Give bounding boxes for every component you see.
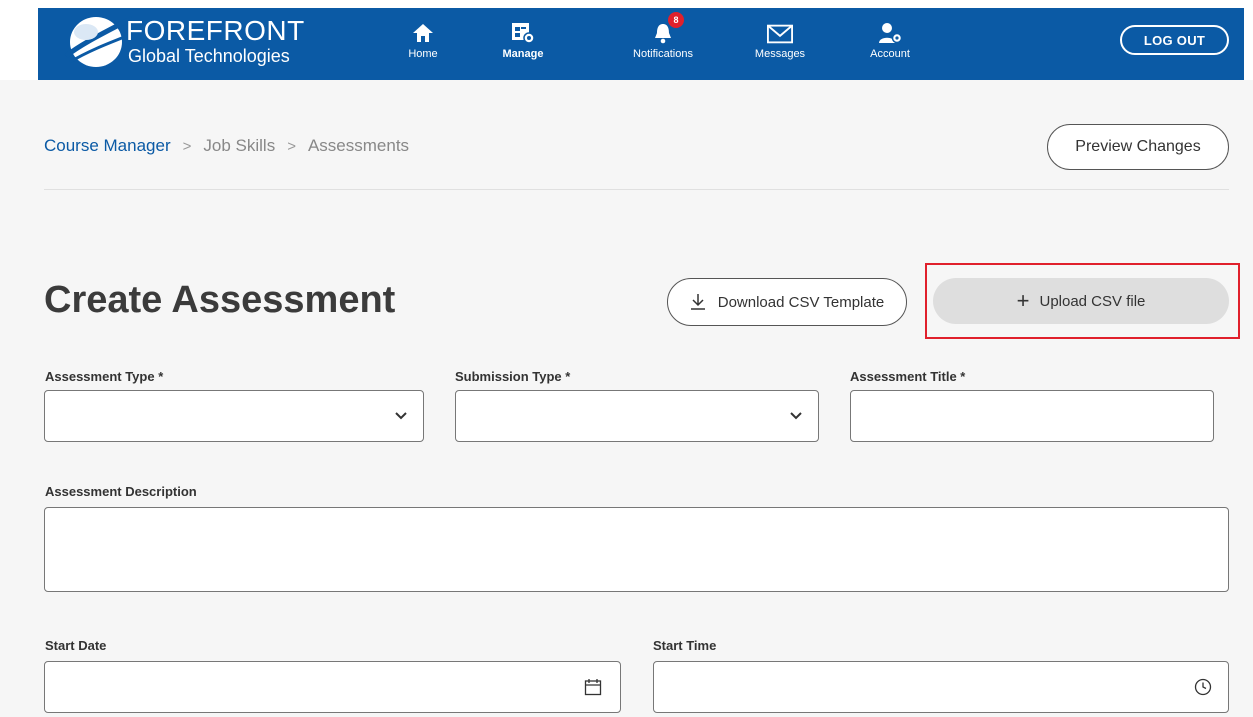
- manage-icon: [510, 18, 536, 44]
- upload-csv-file-button[interactable]: + Upload CSV file: [933, 278, 1229, 324]
- top-bar: FOREFRONT Global Technologies Home Manag…: [0, 0, 1253, 80]
- breadcrumb: Course Manager > Job Skills > Assessment…: [44, 136, 409, 156]
- assessment-title-input[interactable]: [850, 390, 1214, 442]
- assessment-title-label: Assessment Title *: [850, 369, 966, 384]
- assessment-type-label: Assessment Type *: [45, 369, 164, 384]
- preview-changes-button[interactable]: Preview Changes: [1047, 124, 1229, 170]
- home-icon: [410, 18, 436, 44]
- envelope-icon: [767, 18, 793, 44]
- assessment-description-textarea[interactable]: [44, 507, 1229, 592]
- brand-logo[interactable]: FOREFRONT Global Technologies: [62, 12, 322, 70]
- nav-manage[interactable]: Manage: [498, 18, 548, 70]
- assessment-type-select[interactable]: [44, 390, 424, 442]
- plus-icon: +: [1016, 288, 1030, 313]
- notification-badge: 8: [668, 12, 684, 28]
- account-icon: [877, 18, 903, 44]
- nav-bar: FOREFRONT Global Technologies Home Manag…: [38, 8, 1244, 80]
- chevron-down-icon: [790, 412, 802, 420]
- breadcrumb-course-manager[interactable]: Course Manager: [44, 136, 171, 156]
- nav-account[interactable]: Account: [863, 18, 917, 70]
- brand-subtitle: Global Technologies: [128, 46, 290, 66]
- submission-type-label: Submission Type *: [455, 369, 571, 384]
- header-divider: [44, 189, 1229, 190]
- chevron-down-icon: [395, 412, 407, 420]
- submission-type-select[interactable]: [455, 390, 819, 442]
- start-time-label: Start Time: [653, 638, 717, 653]
- download-csv-template-button[interactable]: Download CSV Template: [667, 278, 907, 326]
- breadcrumb-job-skills: Job Skills: [203, 136, 276, 155]
- nav-messages[interactable]: Messages: [750, 18, 810, 70]
- breadcrumb-assessments: Assessments: [307, 136, 410, 155]
- download-csv-template-label: Download CSV Template: [717, 293, 885, 311]
- breadcrumb-separator: >: [182, 137, 192, 155]
- breadcrumb-separator: >: [287, 137, 296, 155]
- start-date-input[interactable]: [44, 661, 621, 713]
- nav-notifications[interactable]: 8 Notifications: [623, 12, 703, 70]
- nav-messages-label: Messages: [754, 48, 806, 60]
- brand-name: FOREFRONT: [126, 15, 305, 46]
- clock-icon[interactable]: [1194, 678, 1212, 696]
- start-time-input[interactable]: [653, 661, 1229, 713]
- page-title: Create Assessment: [44, 279, 396, 321]
- start-date-label: Start Date: [45, 638, 107, 653]
- nav-notifications-label: Notifications: [633, 48, 693, 60]
- nav-manage-label: Manage: [502, 48, 544, 60]
- globe-logo-icon: [64, 15, 132, 67]
- bell-icon: 8: [650, 12, 684, 44]
- assessment-description-label: Assessment Description: [45, 484, 197, 499]
- download-icon: [690, 294, 705, 310]
- nav-home-label: Home: [408, 48, 438, 60]
- nav-account-label: Account: [870, 48, 910, 60]
- upload-csv-file-label: Upload CSV file: [1039, 292, 1146, 310]
- nav-home[interactable]: Home: [403, 18, 443, 70]
- calendar-icon[interactable]: [584, 678, 602, 696]
- logout-button[interactable]: LOG OUT: [1120, 25, 1229, 55]
